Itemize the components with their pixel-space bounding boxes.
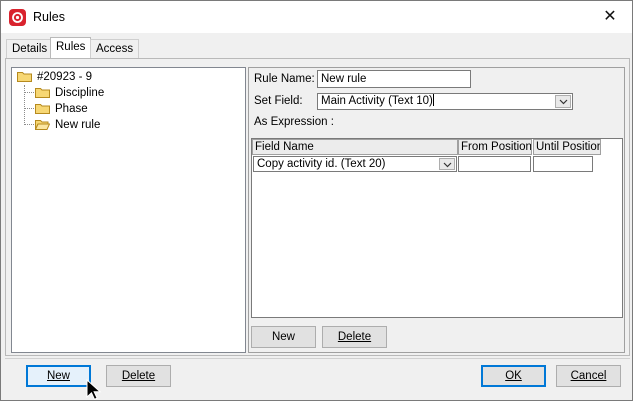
tree-item-label: New rule (55, 119, 101, 131)
rules-dialog: Rules ✕ Details Rules Access #20923 - 9 … (0, 0, 633, 401)
close-button[interactable]: ✕ (588, 1, 632, 33)
folder-icon (17, 72, 32, 82)
set-field-select[interactable]: Main Activity (Text 10) (317, 93, 573, 110)
cancel-button[interactable]: Cancel (556, 365, 621, 387)
tree-connector-line (24, 124, 34, 125)
grid-delete-button[interactable]: Delete (322, 326, 387, 348)
until-position-input[interactable] (533, 156, 593, 172)
column-header-from-position[interactable]: From Position (458, 139, 532, 155)
tree-item-label: #20923 - 9 (37, 71, 92, 83)
text-caret (432, 94, 434, 106)
rules-tree[interactable]: #20923 - 9 Discipline Phase New rule (11, 67, 246, 353)
as-expression-label: As Expression : (254, 116, 334, 128)
tree-item-label: Phase (55, 103, 88, 115)
tree-item-label: Discipline (55, 87, 105, 99)
tree-connector-line (24, 85, 25, 125)
rule-editor-panel: Rule Name: New rule Set Field: Main Acti… (248, 67, 625, 353)
column-header-until-position[interactable]: Until Position (533, 139, 601, 155)
field-grid: Field Name From Position Until Position … (251, 138, 623, 318)
from-position-input[interactable] (458, 156, 531, 172)
delete-button-label: Delete (121, 370, 156, 382)
tab-details[interactable]: Details (6, 39, 54, 59)
new-button[interactable]: New (26, 365, 91, 387)
tree-connector-line (24, 108, 34, 109)
close-icon: ✕ (603, 8, 617, 25)
tab-access[interactable]: Access (90, 39, 140, 59)
set-field-label: Set Field: (254, 95, 303, 107)
window-title: Rules (33, 10, 65, 24)
title-bar: Rules ✕ (1, 1, 632, 33)
field-name-select[interactable]: Copy activity id. (Text 20) (253, 156, 457, 172)
folder-icon (35, 88, 50, 98)
grid-new-button[interactable]: New (251, 326, 316, 348)
folder-open-icon (35, 120, 50, 130)
column-header-field-name[interactable]: Field Name (252, 139, 458, 155)
tree-connector-line (24, 92, 34, 93)
chevron-down-icon[interactable] (439, 158, 455, 170)
new-button-label: New (46, 370, 70, 382)
tab-rules[interactable]: Rules (50, 37, 92, 59)
delete-button[interactable]: Delete (106, 365, 171, 387)
app-logo-icon (9, 9, 26, 26)
rule-name-input[interactable]: New rule (317, 70, 471, 88)
mouse-pointer-icon (86, 379, 102, 400)
cancel-button-label: Cancel (570, 370, 607, 382)
ok-button-label: OK (505, 370, 522, 382)
field-name-value: Copy activity id. (Text 20) (257, 158, 386, 170)
folder-icon (35, 104, 50, 114)
rule-name-label: Rule Name: (254, 73, 315, 85)
grid-delete-label: Delete (337, 331, 372, 343)
chevron-down-icon[interactable] (555, 95, 571, 108)
footer-divider (5, 358, 630, 359)
set-field-value: Main Activity (Text 10) (321, 95, 433, 107)
ok-button[interactable]: OK (481, 365, 546, 387)
